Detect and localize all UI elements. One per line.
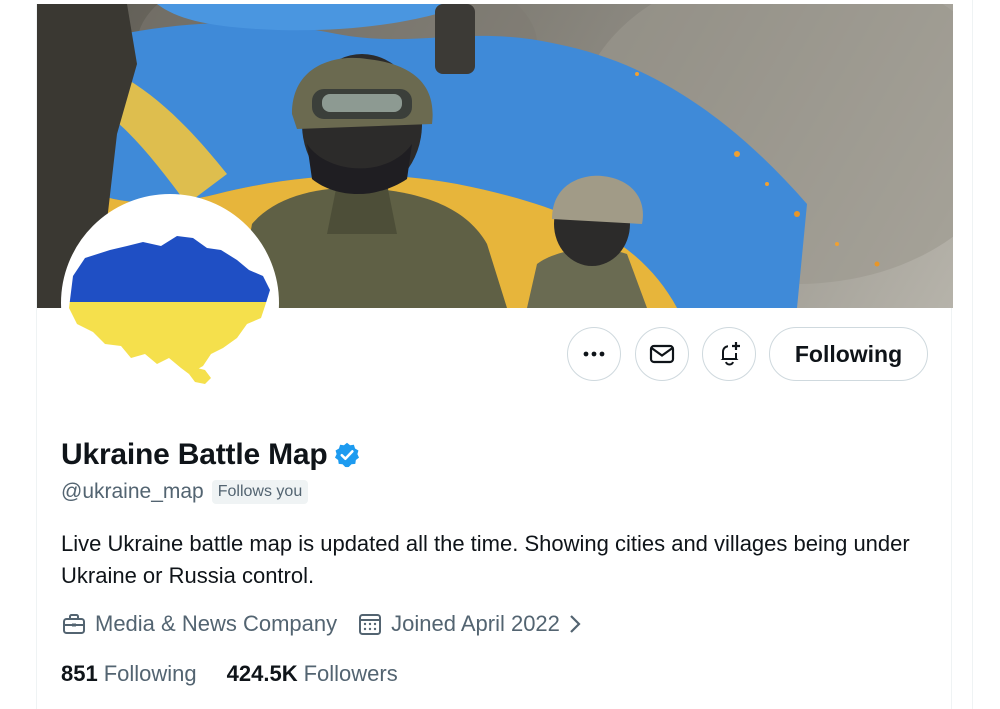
bell-plus-icon [720, 342, 740, 366]
category-item: Media & News Company [61, 611, 337, 637]
category-label: Media & News Company [95, 611, 338, 636]
handle-row: @ukraine_map Follows you [61, 480, 309, 504]
profile-bio: Live Ukraine battle map is updated all t… [61, 531, 910, 588]
more-options-button[interactable] [567, 327, 621, 381]
envelope-icon [649, 344, 675, 364]
verified-badge-icon[interactable] [333, 441, 361, 469]
followers-stat[interactable]: 424.5K Followers [227, 661, 398, 687]
profile-avatar[interactable] [61, 194, 279, 412]
name-row: Ukraine Battle Map [61, 438, 361, 472]
followers-stat-label: Followers [303, 661, 398, 686]
side-divider [972, 0, 973, 709]
following-stat[interactable]: 851 Following [61, 661, 197, 687]
followers-count: 424.5K [226, 661, 298, 686]
follow-stats: 851 Following 424.5K Followers [61, 661, 398, 687]
joined-item[interactable]: Joined April 2022 [357, 611, 590, 637]
profile-meta: Media & News Company Joined April 2022 [61, 611, 590, 637]
user-handle: @ukraine_map [61, 480, 204, 503]
calendar-icon [359, 614, 382, 635]
briefcase-icon [63, 614, 85, 634]
profile-card: Following Ukraine Battle Map @ukraine_ma… [36, 4, 953, 709]
following-button[interactable]: Following [769, 327, 928, 381]
ukraine-map-logo [69, 236, 270, 384]
following-stat-label: Following [103, 661, 197, 686]
following-count: 851 [61, 661, 98, 686]
display-name: Ukraine Battle Map [61, 438, 328, 471]
joined-label: Joined April 2022 [391, 611, 560, 636]
follows-you-badge: Follows you [211, 480, 309, 504]
ellipsis-icon [583, 351, 605, 357]
chevron-right-icon [570, 615, 581, 633]
notifications-button[interactable] [702, 327, 756, 381]
message-button[interactable] [635, 327, 689, 381]
